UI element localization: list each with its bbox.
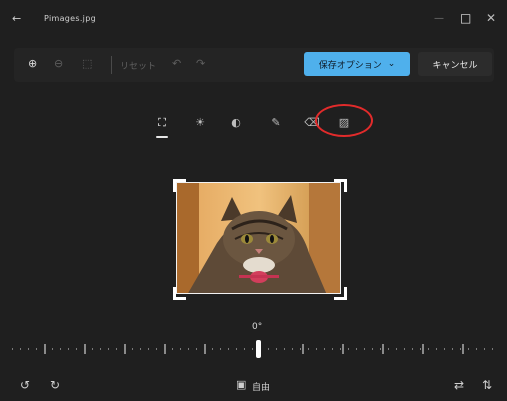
fit-to-window-icon[interactable]: ⬚ [82,58,92,70]
edit-toolbar: ⊕ ⊖ ⬚ リセット ↶ ↷ 保存オプション ⌄ キャンセル [14,48,494,82]
slider-major-tick [204,344,206,354]
save-options-label: 保存オプション [318,60,382,71]
aspect-ratio-icon[interactable]: ▣ [236,378,246,391]
crop-handle-top-right[interactable] [334,179,347,192]
slider-major-tick [302,344,304,354]
slider-major-tick [84,344,86,354]
slider-thumb[interactable] [256,340,261,358]
slider-major-tick [462,344,464,354]
rotation-slider[interactable] [12,338,496,360]
red-highlight-ring [315,104,373,137]
markup-icon[interactable]: ✎ [268,116,284,129]
crop-handle-bottom-right[interactable] [334,287,347,300]
rotate-right-icon[interactable]: ↻ [50,378,60,392]
slider-major-tick [164,344,166,354]
flip-horizontal-icon[interactable]: ⇄ [454,378,464,392]
slider-major-tick [422,344,424,354]
crop-icon[interactable]: ⛶ [154,116,170,130]
minimize-icon[interactable]: — [434,13,444,24]
flip-vertical-icon[interactable]: ⇅ [482,378,492,392]
title-bar: ← Pimages.jpg — □ ✕ [0,0,507,40]
zoom-out-icon[interactable]: ⊖ [54,58,63,70]
bottom-bar: ↺ ↻ ▣ 自由 ⇄ ⇅ [0,368,507,401]
redo-icon[interactable]: ↷ [196,58,205,70]
window-title: Pimages.jpg [44,14,96,23]
slider-major-tick [124,344,126,354]
slider-major-tick [382,344,384,354]
crop-handle-top-left[interactable] [173,179,186,192]
chevron-down-icon: ⌄ [387,59,396,69]
cat-photo [177,183,340,293]
adjust-icon[interactable]: ☀ [192,116,208,129]
rotate-left-icon[interactable]: ↺ [20,378,30,392]
cancel-button[interactable]: キャンセル [418,52,492,76]
undo-icon[interactable]: ↶ [172,58,181,70]
maximize-icon[interactable]: □ [460,11,471,25]
photo-canvas[interactable] [176,182,341,294]
crop-handle-bottom-left[interactable] [173,287,186,300]
rotation-angle-label: 0° [252,322,263,332]
close-icon[interactable]: ✕ [486,11,496,25]
zoom-in-icon[interactable]: ⊕ [28,58,37,70]
slider-major-tick [44,344,46,354]
save-options-button[interactable]: 保存オプション ⌄ [304,52,410,76]
slider-major-tick [342,344,344,354]
aspect-ratio-label[interactable]: 自由 [252,380,270,393]
toolbar-divider [111,56,112,74]
filter-icon[interactable]: ◐ [228,116,244,129]
active-tab-indicator [156,136,168,138]
reset-button[interactable]: リセット [120,59,156,72]
back-arrow-icon[interactable]: ← [12,12,21,25]
